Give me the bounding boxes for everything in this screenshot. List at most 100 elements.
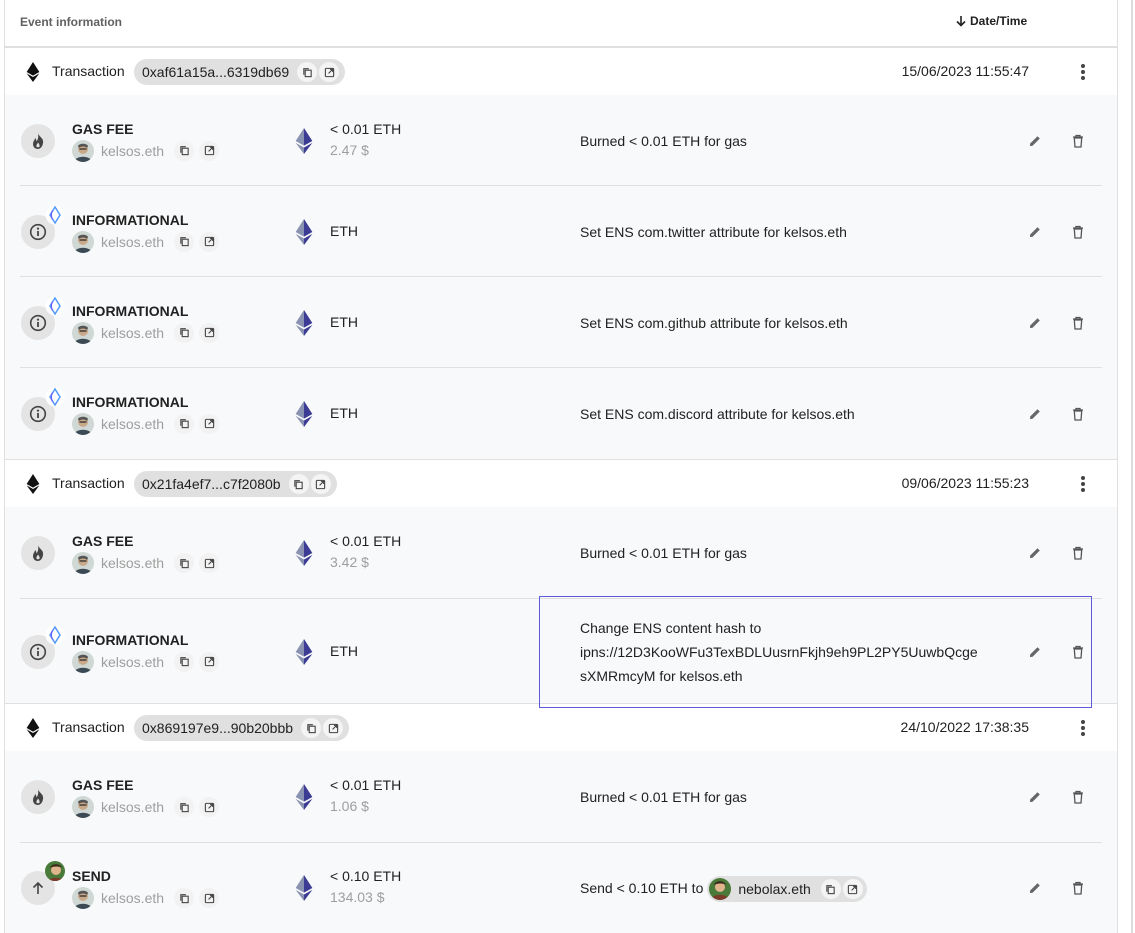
copy-address-button[interactable] [174, 797, 195, 817]
asset-icon [295, 875, 313, 906]
open-explorer-button[interactable] [310, 474, 331, 494]
address-name: kelsos.eth [101, 142, 165, 159]
counterparty-chip-avatar [709, 878, 732, 901]
counterparty-avatar [45, 861, 65, 881]
copy-icon [306, 723, 317, 734]
copy-address-button[interactable] [174, 231, 195, 252]
edit-event-button[interactable] [1025, 787, 1045, 807]
event-fiat-value: 1.06 $ [330, 798, 369, 814]
more-options-button[interactable] [1073, 716, 1093, 740]
description-text: Burned < 0.01 ETH for gas [580, 545, 747, 561]
edit-event-button[interactable] [1025, 878, 1045, 898]
copy-address-button[interactable] [174, 413, 195, 434]
asset-icon [295, 127, 313, 159]
open-explorer-button[interactable] [323, 718, 344, 738]
open-address-button[interactable] [199, 322, 220, 343]
open-explorer-button[interactable] [319, 62, 340, 82]
eth-icon [295, 638, 313, 665]
event-description: Set ENS com.discord attribute for kelsos… [580, 402, 855, 426]
open-address-button[interactable] [199, 231, 220, 252]
edit-event-button[interactable] [1025, 313, 1045, 333]
delete-event-button[interactable] [1068, 543, 1088, 563]
description-text: Burned < 0.01 ETH for gas [580, 789, 747, 805]
avatar [72, 887, 94, 909]
counterparty-chip[interactable]: nebolax.eth [707, 876, 867, 903]
delete-event-button[interactable] [1068, 404, 1088, 424]
asset-icon [295, 400, 313, 432]
delete-event-button[interactable] [1068, 787, 1088, 807]
open-address-button[interactable] [199, 888, 220, 908]
edit-event-button[interactable] [1025, 543, 1045, 563]
open-address-button[interactable] [199, 797, 220, 817]
avatar [72, 230, 94, 253]
event-type-label: GAS FEE [72, 533, 134, 549]
copy-address-button[interactable] [174, 888, 195, 908]
address-name: kelsos.eth [101, 799, 165, 815]
pencil-icon [1028, 134, 1042, 148]
ens-icon [45, 296, 65, 316]
copy-counterparty-button[interactable] [820, 879, 841, 900]
arrow-up-icon [31, 881, 45, 895]
delete-event-button[interactable] [1068, 222, 1088, 242]
copy-address-button[interactable] [174, 140, 195, 161]
delete-event-button[interactable] [1068, 313, 1088, 333]
column-header-date-time[interactable]: Date/Time [955, 14, 1027, 28]
transaction-hash: 0x21fa4ef7...c7f2080b [142, 476, 281, 492]
event-type-label: GAS FEE [72, 777, 134, 793]
avatar [72, 321, 94, 344]
event-type-label: INFORMATIONAL [72, 393, 189, 410]
copy-icon [302, 67, 313, 78]
transaction-hash-chip[interactable]: 0x869197e9...90b20bbb [134, 715, 350, 741]
external-link-icon [204, 327, 215, 338]
event-type-label: GAS FEE [72, 120, 134, 137]
pencil-icon [1028, 407, 1042, 421]
edit-event-button[interactable] [1025, 131, 1045, 151]
history-events-table: Event information Date/Time Transaction 0… [4, 0, 1118, 933]
copy-hash-button[interactable] [301, 718, 322, 738]
info-icon [29, 223, 47, 241]
address-name: kelsos.eth [101, 890, 165, 906]
copy-hash-button[interactable] [297, 62, 318, 82]
more-options-button[interactable] [1073, 472, 1093, 496]
edit-event-button[interactable] [1025, 404, 1045, 424]
open-address-button[interactable] [199, 553, 220, 573]
open-address-button[interactable] [199, 413, 220, 434]
event-address: kelsos.eth [72, 796, 224, 818]
transaction-hash-chip[interactable]: 0xaf61a15a...6319db69 [134, 59, 346, 85]
event-address: kelsos.eth [72, 321, 224, 344]
delete-event-button[interactable] [1068, 878, 1088, 898]
ethereum-icon [26, 718, 40, 743]
event-description: Set ENS com.twitter attribute for kelsos… [580, 220, 847, 244]
open-address-button[interactable] [199, 140, 220, 161]
trash-icon [1072, 134, 1084, 148]
copy-address-button[interactable] [174, 553, 195, 573]
event-address: kelsos.eth [72, 139, 224, 162]
external-link-icon [315, 479, 326, 490]
column-header-date-time-label: Date/Time [970, 14, 1028, 28]
edit-event-button[interactable] [1025, 222, 1045, 242]
event-description: Send < 0.10 ETH to nebolax.eth [580, 876, 867, 903]
avatar [72, 139, 94, 162]
more-options-button[interactable] [1073, 60, 1093, 84]
delete-event-button[interactable] [1068, 131, 1088, 151]
event-type-avatar [21, 536, 55, 570]
event-amount: < 0.01 ETH [330, 777, 402, 793]
copy-hash-button[interactable] [288, 474, 309, 494]
eth-icon [295, 309, 313, 336]
copy-address-button[interactable] [174, 322, 195, 343]
open-address-button[interactable] [199, 651, 220, 672]
description-text: Set ENS com.github attribute for kelsos.… [580, 314, 848, 331]
event-type-avatar [21, 780, 55, 814]
trash-icon [1072, 316, 1084, 330]
info-icon [29, 643, 47, 661]
avatar [72, 412, 94, 435]
description-text: Set ENS com.twitter attribute for kelsos… [580, 223, 847, 240]
event-amount: ETH [330, 404, 358, 421]
copy-address-button[interactable] [174, 651, 195, 672]
transaction-hash-chip[interactable]: 0x21fa4ef7...c7f2080b [134, 471, 337, 497]
transaction-label: Transaction [52, 475, 125, 491]
external-link-icon [324, 67, 335, 78]
event-type-label: SEND [72, 868, 111, 884]
transaction-date: 09/06/2023 11:55:23 [901, 475, 1029, 491]
open-counterparty-button[interactable] [842, 879, 863, 900]
